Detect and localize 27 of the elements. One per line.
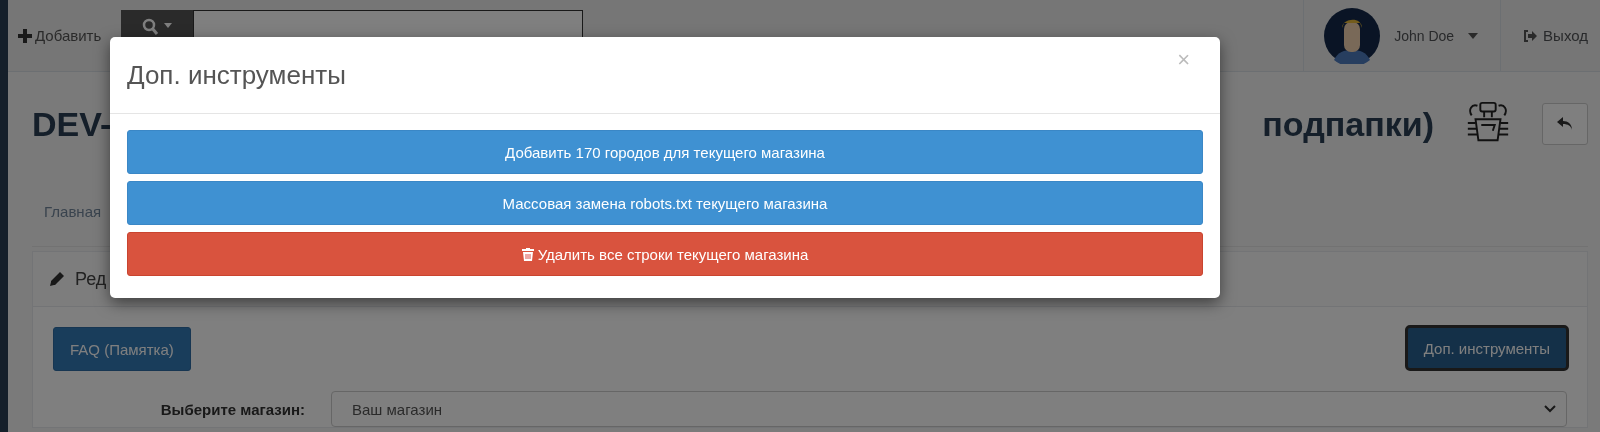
close-button[interactable]: ×: [1171, 46, 1196, 74]
tools-button[interactable]: Доп. инструменты: [1406, 327, 1567, 369]
store-select[interactable]: Ваш магазин: [331, 391, 1567, 427]
chevron-down-icon: [1544, 405, 1556, 413]
action-button[interactable]: Массовая замена robots.txt текущего магазина: [127, 181, 1203, 225]
action-button[interactable]: Удалить все строки текущего магазина: [127, 232, 1203, 276]
logout-icon: [1523, 29, 1538, 42]
page-title: подпапки): [1262, 104, 1434, 144]
panel-title: Ред: [75, 268, 107, 290]
trash-icon: [521, 247, 534, 261]
dialog-title: Доп. инструменты: [127, 59, 346, 91]
back-button[interactable]: [1542, 103, 1588, 145]
page-title: DEV-: [32, 104, 112, 144]
pencil-icon: [49, 271, 65, 287]
user-name: John Doe: [1394, 27, 1455, 44]
faq-button[interactable]: FAQ (Памятка): [53, 327, 191, 371]
search-icon: [140, 16, 175, 37]
breadcrumb-link[interactable]: Главная: [44, 202, 102, 220]
logout-link[interactable]: Выход: [1501, 0, 1600, 71]
avatar-icon: [1324, 7, 1381, 64]
user-menu[interactable]: John Doe: [1303, 0, 1502, 71]
action-button[interactable]: Добавить 170 городов для текущего магазина: [127, 130, 1203, 174]
undo-icon: [1557, 117, 1573, 131]
plus-icon: [18, 28, 32, 43]
add-button[interactable]: Добавить: [8, 27, 112, 44]
caret-icon: [1468, 32, 1479, 39]
store-label: Выберите магазин:: [159, 400, 305, 418]
